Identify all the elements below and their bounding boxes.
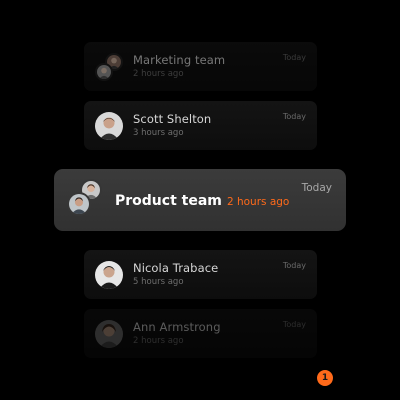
notification-date: Today xyxy=(282,112,306,121)
notification-time: 3 hours ago xyxy=(133,128,184,138)
person-avatar-icon xyxy=(95,111,123,140)
notification-date: Today xyxy=(282,261,306,270)
notification-name: Marketing team xyxy=(133,53,226,67)
person-avatar-icon xyxy=(95,319,123,348)
notification-time: 5 hours ago xyxy=(133,277,184,287)
avatar xyxy=(67,192,91,216)
notification-name: Nicola Trabace xyxy=(133,261,219,275)
person-avatar-icon xyxy=(95,260,123,289)
notification-time: 2 hours ago xyxy=(133,336,184,346)
avatar xyxy=(95,62,113,81)
notification-date: Today xyxy=(282,53,306,62)
notification-name: Scott Shelton xyxy=(133,112,212,126)
unread-count-badge: 1 xyxy=(317,370,333,386)
notification-time: 2 hours ago xyxy=(226,196,290,208)
group-avatar-icon xyxy=(67,179,103,218)
group-avatar-icon xyxy=(95,52,123,81)
notification-name: Ann Armstrong xyxy=(133,320,221,334)
avatar xyxy=(95,111,123,140)
notification-scott-shelton[interactable]: Scott Shelton 3 hours ago Today xyxy=(84,101,317,150)
notification-ann-armstrong[interactable]: Ann Armstrong 2 hours ago Today xyxy=(84,309,317,358)
notification-name: Product team xyxy=(115,193,222,209)
notification-time: 2 hours ago xyxy=(133,69,184,79)
notification-date: Today xyxy=(282,320,306,329)
avatar xyxy=(95,319,123,348)
notification-marketing-team[interactable]: Marketing team 2 hours ago Today xyxy=(84,42,317,91)
notification-date: Today xyxy=(301,182,332,194)
notification-nicola-trabace[interactable]: Nicola Trabace 5 hours ago Today xyxy=(84,250,317,299)
notification-product-team[interactable]: Product team 2 hours ago Today 1 xyxy=(54,169,346,386)
avatar xyxy=(95,260,123,289)
